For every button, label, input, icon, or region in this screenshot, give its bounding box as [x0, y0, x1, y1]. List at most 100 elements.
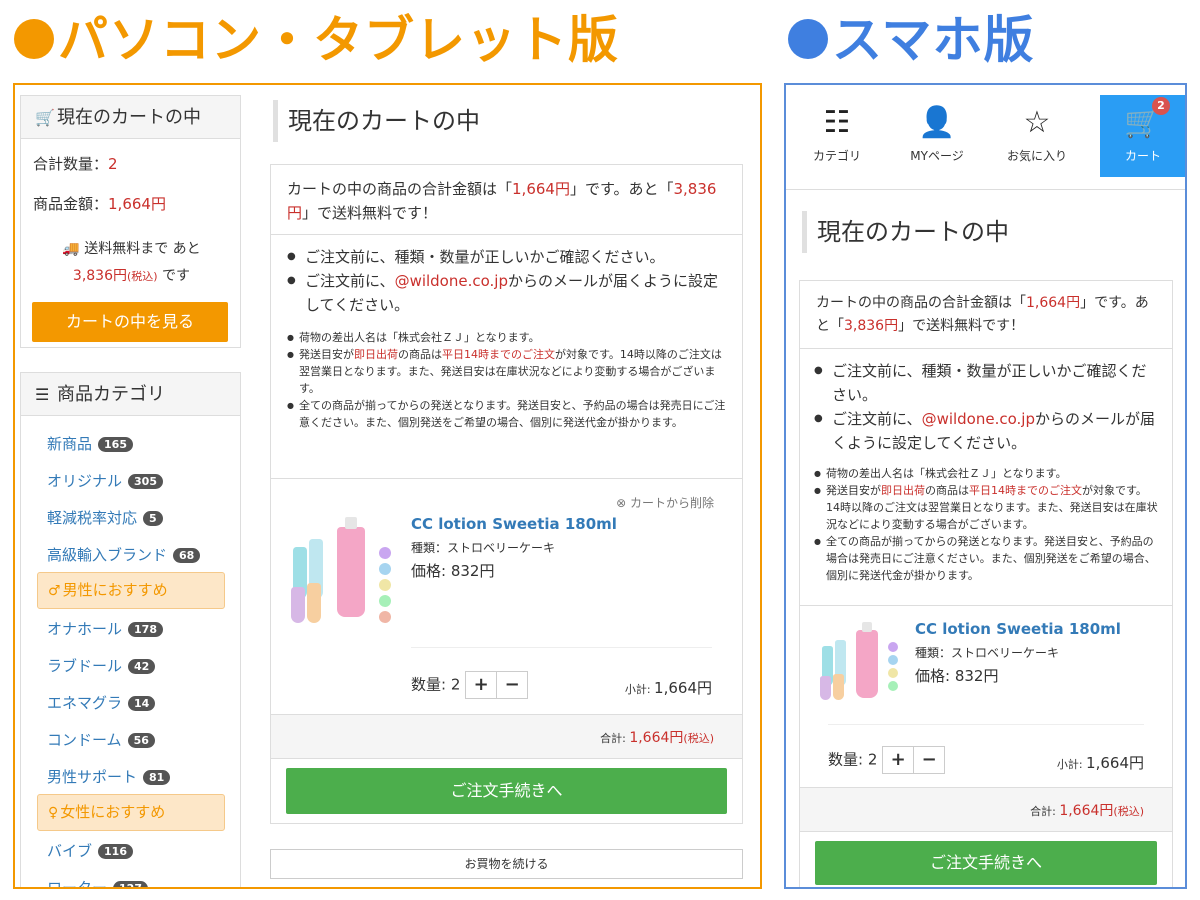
cart-qty-row: 合計数量：2 [21, 153, 118, 174]
sp-nav-category[interactable]: ☷ カテゴリ [789, 95, 885, 177]
cart-total: 合計: 1,664円(税込) [600, 727, 714, 747]
notice-small-item: 全ての商品が揃ってからの発送となります。発送目安と、予約品の場合は発売日にご注意… [814, 533, 1158, 584]
summary-text-post: 」で送料無料です！ [302, 204, 438, 222]
quantity-control: 数量: 2 + − [828, 746, 946, 774]
quantity-label: 数量: 2 [411, 675, 461, 694]
category-item[interactable]: 軽減税率対応 5 [47, 507, 163, 528]
category-label: オリジナル [47, 472, 123, 490]
category-count-badge: 178 [128, 622, 163, 637]
notice-item: ご注文前に、種類・数量が正しいかご確認ください。 [814, 359, 1158, 407]
pc-heading-text: パソコン・タブレット版 [58, 11, 619, 69]
category-item[interactable]: 新商品 165 [47, 433, 133, 454]
cart-amount-value: 1,664円 [108, 195, 166, 213]
category-count-badge: 56 [127, 733, 155, 748]
quantity-plus-button[interactable]: + [465, 671, 498, 699]
cart-item: CC lotion Sweetia 180ml 種類：ストロベリーケーキ 価格:… [800, 606, 1172, 788]
notice2-pre: ご注文前に、 [305, 272, 395, 290]
small2-highlight: 即日出荷 [881, 484, 925, 497]
cart-item: ⊗ カートから削除 CC lotion Sweetia 180ml 種類：ストロ… [271, 479, 742, 715]
continue-shopping-button[interactable]: お買物を続ける [270, 849, 743, 879]
cart-total-row: 合計: 1,664円(税込) [800, 788, 1172, 832]
order-button[interactable]: ご注文手続きへ [286, 768, 727, 814]
view-cart-button[interactable]: カートの中を見る [32, 302, 228, 342]
category-count-badge: 81 [143, 770, 171, 785]
category-heading[interactable]: ♀ 女性におすすめ [37, 794, 225, 831]
notice2-email: @wildone.co.jp [921, 410, 1035, 428]
quantity-minus-button[interactable]: − [496, 671, 529, 699]
quantity-plus-button[interactable]: + [882, 746, 915, 774]
cart-total-row: 合計: 1,664円(税込) [271, 715, 742, 759]
summary-total: 1,664円 [1026, 295, 1081, 311]
category-label: 男性におすすめ [62, 581, 168, 599]
category-count-badge: 5 [143, 511, 163, 526]
category-label: オナホール [47, 620, 123, 638]
notice-item: ご注文前に、種類・数量が正しいかご確認ください。 [287, 245, 726, 269]
category-label: 高級輸入ブランド [47, 546, 168, 564]
remove-label: カートから削除 [629, 496, 714, 510]
product-image[interactable] [285, 517, 397, 627]
cart-panel: カートの中の商品の合計金額は「1,664円」です。あと「3,836円」で送料無料… [799, 280, 1173, 887]
category-label: 新商品 [47, 435, 93, 453]
notice-small-item: 発送目安が即日出荷の商品は平日14時までのご注文が対象です。14時以降のご注文は… [814, 482, 1158, 533]
cart-icon: 🛒 [35, 108, 55, 127]
category-item[interactable]: 男性サポート 81 [47, 766, 171, 787]
category-item[interactable]: オリジナル 305 [47, 470, 163, 491]
sp-nav-favorites[interactable]: ☆ お気に入り [989, 95, 1085, 177]
sp-nav-cart[interactable]: 🛒 カート 2 [1100, 95, 1185, 177]
cart-amount-row: 商品金額：1,664円 [21, 193, 166, 214]
product-info: CC lotion Sweetia 180ml 種類：ストロベリーケーキ 価格:… [915, 620, 1121, 686]
product-variant: 種類：ストロベリーケーキ [411, 541, 556, 555]
subtotal-label: 小計: [624, 683, 655, 696]
summary-text-mid: 」です。あと「 [569, 180, 674, 198]
pc-screenshot-frame: 🛒 現在のカートの中 合計数量：2 商品金額：1,664円 🚚 送料無料まで あと… [13, 83, 762, 889]
truck-icon: 🚚 [62, 241, 80, 257]
list-icon: ☷ [823, 105, 851, 140]
cart-icon: 🛒 [1124, 105, 1162, 140]
category-item[interactable]: オナホール 178 [47, 618, 163, 639]
free-shipping-tax: (税込) [127, 270, 158, 283]
page-title: 現在のカートの中 [273, 100, 743, 142]
category-item[interactable]: ラブドール 42 [47, 655, 156, 676]
summary-total: 1,664円 [512, 180, 570, 198]
sp-nav-mypage[interactable]: 👤 MYページ [889, 95, 985, 177]
subtotal-label: 小計: [1056, 758, 1087, 771]
sp-screenshot-frame: ☷ カテゴリ 👤 MYページ ☆ お気に入り 🛒 カート 2 現在のカートの中 カートの中… [784, 83, 1187, 889]
category-item[interactable]: 高級輸入ブランド 68 [47, 544, 201, 565]
sp-nav-label: カテゴリ [812, 149, 861, 163]
notice-small-item: 全ての商品が揃ってからの発送となります。発送目安と、予約品の場合は発売日にご注意… [287, 397, 726, 431]
quantity-control: 数量: 2 + − [411, 671, 529, 699]
product-image[interactable] [814, 622, 904, 702]
small2-pre: 発送目安が [299, 348, 354, 361]
category-label: 男性サポート [47, 768, 138, 786]
small2-mid: の商品は [925, 484, 969, 497]
pc-version-heading: パソコン・タブレット版 [14, 15, 619, 65]
product-name-link[interactable]: CC lotion Sweetia 180ml [411, 515, 617, 533]
product-variant: 種類：ストロベリーケーキ [915, 646, 1060, 660]
product-name-link[interactable]: CC lotion Sweetia 180ml [915, 620, 1121, 638]
category-item[interactable]: エネマグラ 14 [47, 692, 156, 713]
category-label: 女性におすすめ [60, 803, 166, 821]
category-count-badge: 305 [128, 474, 163, 489]
total-value: 1,664円 [1059, 803, 1114, 819]
cart-qty-label: 合計数量： [33, 155, 109, 173]
page-title: 現在のカートの中 [802, 211, 1172, 253]
category-item[interactable]: バイブ 116 [47, 840, 133, 861]
total-label: 合計: [600, 732, 630, 745]
free-shipping-suffix: です [157, 268, 191, 284]
item-subtotal: 小計: 1,664円 [625, 677, 712, 698]
cart-count-badge: 2 [1152, 97, 1170, 115]
category-item[interactable]: ローター 127 [47, 877, 148, 889]
order-button[interactable]: ご注文手続きへ [815, 841, 1157, 885]
item-subtotal: 小計: 1,664円 [1057, 752, 1144, 773]
sidebar-category-title: 商品カテゴリ [57, 384, 165, 405]
category-heading[interactable]: ♂ 男性におすすめ [37, 572, 225, 609]
category-label: エネマグラ [47, 694, 123, 712]
category-label: バイブ [47, 842, 93, 860]
sp-nav-label: お気に入り [1006, 149, 1067, 163]
sidebar-cart-box: 🛒 現在のカートの中 合計数量：2 商品金額：1,664円 🚚 送料無料まで あと… [20, 95, 241, 348]
total-tax: (税込) [1113, 805, 1144, 818]
remove-from-cart-link[interactable]: ⊗ カートから削除 [616, 494, 714, 511]
quantity-minus-button[interactable]: − [913, 746, 946, 774]
category-item[interactable]: コンドーム 56 [47, 729, 155, 750]
category-label: ローター [47, 879, 108, 889]
